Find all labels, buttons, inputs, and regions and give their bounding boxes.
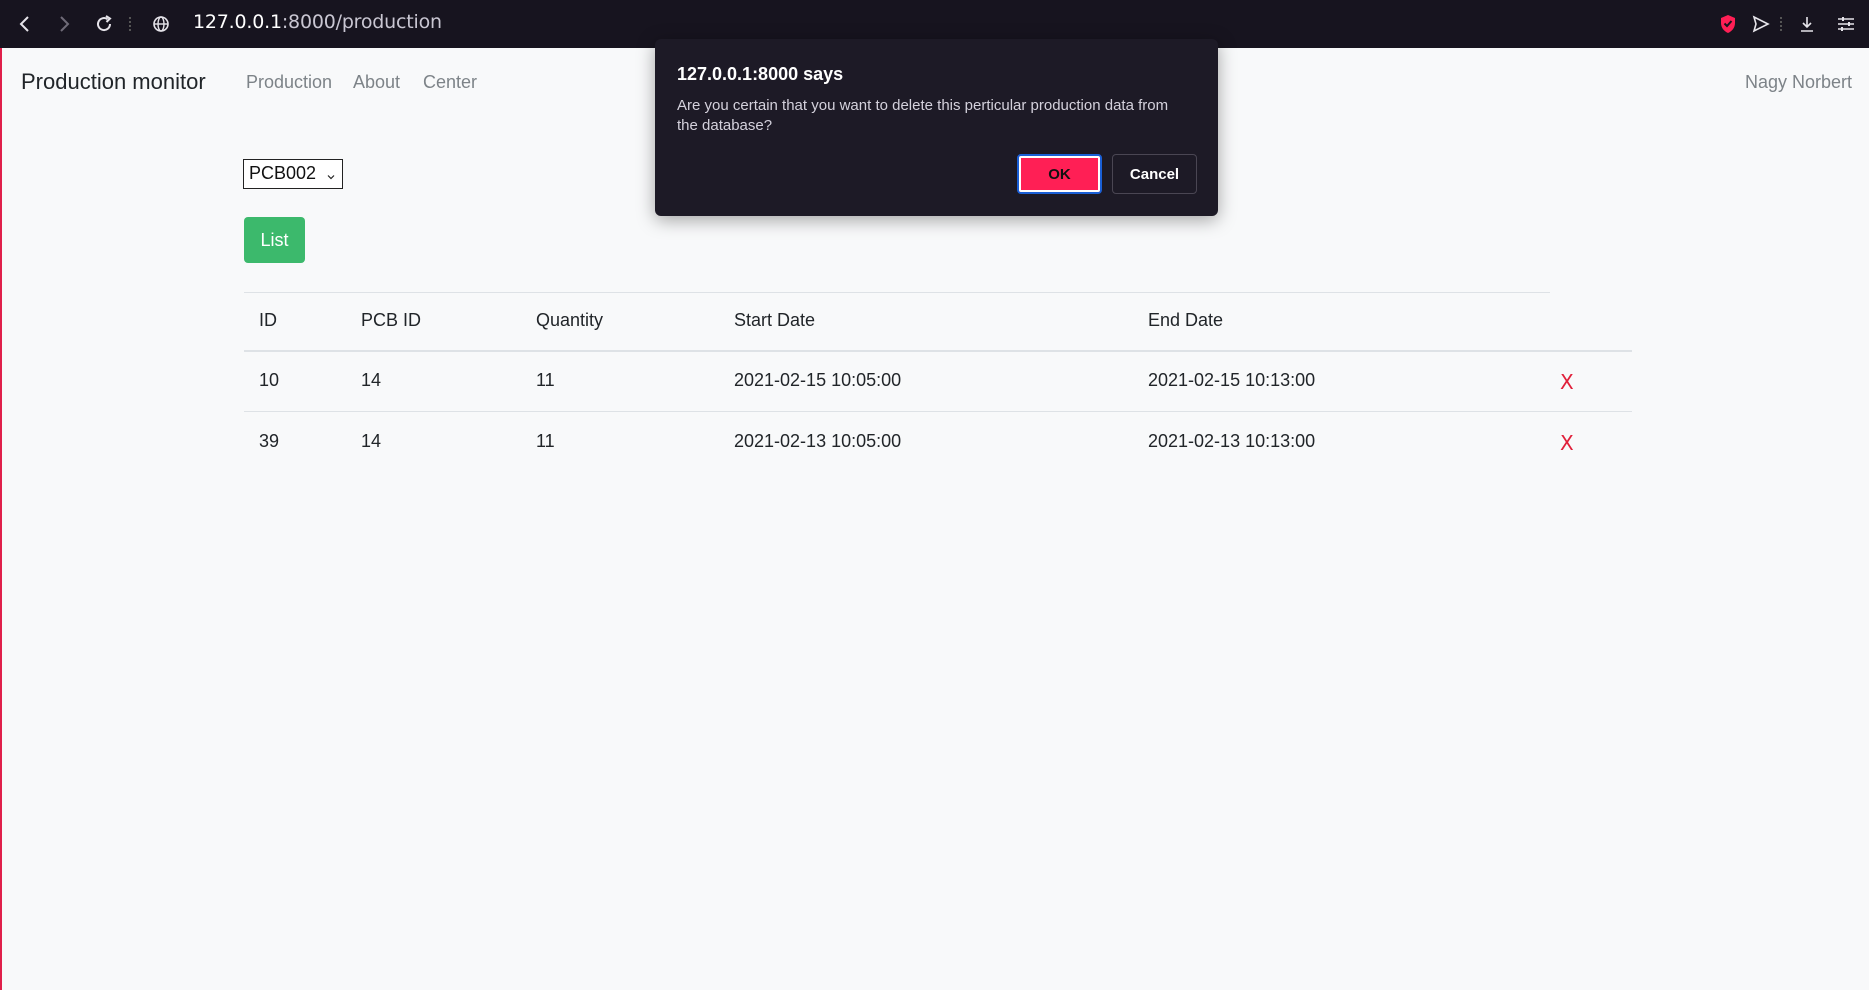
cell-id: 39 (259, 431, 280, 451)
header-start-date: Start Date (734, 310, 816, 330)
cell-pcb-id: 14 (361, 431, 382, 451)
forward-icon[interactable] (50, 10, 78, 38)
url-host: 127.0.0.1 (193, 11, 282, 33)
toolbar-separator (1780, 17, 1782, 31)
pcb-select-value: PCB002 (249, 163, 317, 183)
toolbar-separator (129, 17, 131, 31)
brand-link[interactable]: Production monitor (21, 69, 206, 95)
cell-end-date: 2021-02-13 10:13:00 (1148, 431, 1316, 451)
cell-start-date: 2021-02-13 10:05:00 (734, 431, 902, 451)
table-header: ID PCB ID Quantity Start Date End Date (244, 292, 1632, 352)
url-path: :8000/production (281, 11, 442, 33)
ok-button[interactable]: OK (1017, 154, 1102, 194)
cancel-button[interactable]: Cancel (1112, 154, 1197, 194)
shield-icon[interactable] (1714, 10, 1742, 38)
pcb-select[interactable]: PCB002 (243, 159, 343, 189)
dialog-message: Are you certain that you want to delete … (677, 97, 1169, 134)
nav-link-center[interactable]: Center (423, 72, 477, 93)
header-quantity: Quantity (536, 310, 604, 330)
globe-icon[interactable] (147, 10, 175, 38)
list-button[interactable]: List (244, 217, 305, 263)
nav-link-production[interactable]: Production (246, 72, 332, 93)
cell-id: 10 (259, 370, 280, 390)
delete-icon[interactable]: X (1560, 370, 1574, 394)
nav-link-about[interactable]: About (353, 72, 400, 93)
confirm-dialog: 127.0.0.1:8000 says Are you certain that… (655, 39, 1218, 216)
cell-end-date: 2021-02-15 10:13:00 (1148, 370, 1316, 390)
url-bar[interactable]: 127.0.0.1:8000/production (193, 11, 442, 33)
header-pcb-id: PCB ID (361, 310, 422, 330)
download-icon[interactable] (1793, 10, 1821, 38)
back-icon[interactable] (11, 10, 39, 38)
chevron-down-icon (326, 166, 336, 187)
table-row: 39 14 11 2021-02-13 10:05:00 2021-02-13 … (244, 413, 1632, 473)
cell-quantity: 11 (536, 431, 555, 451)
header-id: ID (259, 310, 277, 330)
table-row: 10 14 11 2021-02-15 10:05:00 2021-02-15 … (244, 352, 1632, 412)
delete-icon[interactable]: X (1560, 431, 1574, 455)
user-name[interactable]: Nagy Norbert (1745, 72, 1852, 93)
header-end-date: End Date (1148, 310, 1224, 330)
settings-icon[interactable] (1832, 10, 1860, 38)
send-icon[interactable] (1747, 10, 1775, 38)
dialog-title: 127.0.0.1:8000 says (677, 64, 844, 84)
cell-start-date: 2021-02-15 10:05:00 (734, 370, 902, 390)
cell-quantity: 11 (536, 370, 555, 390)
reload-icon[interactable] (90, 10, 118, 38)
cell-pcb-id: 14 (361, 370, 382, 390)
